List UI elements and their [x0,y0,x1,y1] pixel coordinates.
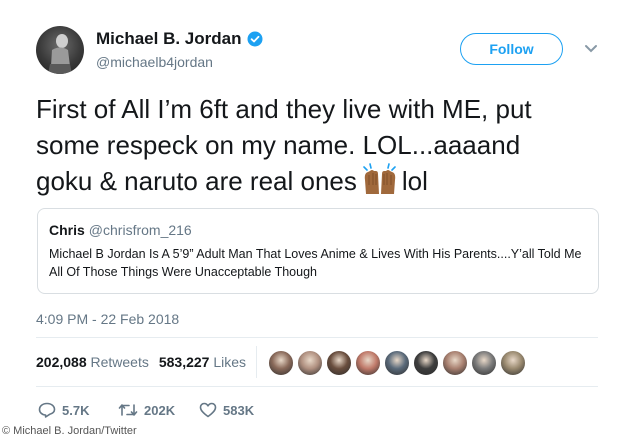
author-name-text: Michael B. Jordan [96,29,242,48]
tweet-actions: 5.7K 202K 583K [38,402,254,418]
reply-icon [38,402,56,418]
photo-credit: © Michael B. Jordan/Twitter [2,425,137,437]
tweet-stats: 202,088 Retweets 583,227 Likes [36,354,246,370]
liker-avatar[interactable] [442,350,468,376]
liker-avatar[interactable] [384,350,410,376]
quoted-author-handle: @chrisfrom_216 [88,222,192,238]
profile-avatar[interactable] [36,26,84,74]
liker-avatar[interactable] [471,350,497,376]
liker-avatar[interactable] [297,350,323,376]
tweet-text: First of All I’m 6ft and they live with … [36,91,596,199]
tweet-text-line: First of All I’m 6ft and they live with … [36,94,532,124]
likes-label: Likes [213,354,247,370]
like-count: 583K [223,402,255,418]
retweets-label: Retweets [90,354,149,370]
liker-avatars [268,350,529,376]
liker-avatar[interactable] [268,350,294,376]
verified-badge-icon [247,31,263,47]
like-button[interactable]: 583K [199,402,254,418]
divider [36,386,598,387]
reply-count: 5.7K [62,402,90,418]
retweet-button[interactable]: 202K [118,402,199,418]
heart-icon [199,402,217,418]
follow-button[interactable]: Follow [460,33,563,65]
retweets-stat[interactable]: 202,088 Retweets [36,354,149,370]
likes-count: 583,227 [158,354,210,370]
author-name[interactable]: Michael B. Jordan [96,29,263,49]
tweet-text-line: goku & naruto are real ones lol [36,163,596,199]
raising-hands-icon [363,163,396,194]
reply-button[interactable]: 5.7K [38,402,118,418]
likes-stat[interactable]: 583,227 Likes [159,354,246,370]
divider [36,337,598,338]
tweet-timestamp[interactable]: 4:09 PM - 22 Feb 2018 [36,311,179,327]
retweet-icon [118,404,138,416]
quoted-author-name: Chris [49,222,85,238]
retweet-count: 202K [144,402,176,418]
liker-avatar[interactable] [355,350,381,376]
quoted-tweet[interactable]: Chris @chrisfrom_216 Michael B Jordan Is … [37,208,599,294]
quoted-tweet-text: Michael B Jordan Is A 5’9” Adult Man Tha… [49,247,582,279]
chevron-down-icon[interactable] [584,44,598,54]
stats-separator [256,346,257,378]
liker-avatar[interactable] [500,350,526,376]
quoted-tweet-author: Chris @chrisfrom_216 [49,222,192,238]
author-handle[interactable]: @michaelb4jordan [96,54,213,70]
liker-avatar[interactable] [326,350,352,376]
retweets-count: 202,088 [36,354,87,370]
tweet-text-line: some respeck on my name. LOL...aaaand [36,130,521,160]
liker-avatar[interactable] [413,350,439,376]
